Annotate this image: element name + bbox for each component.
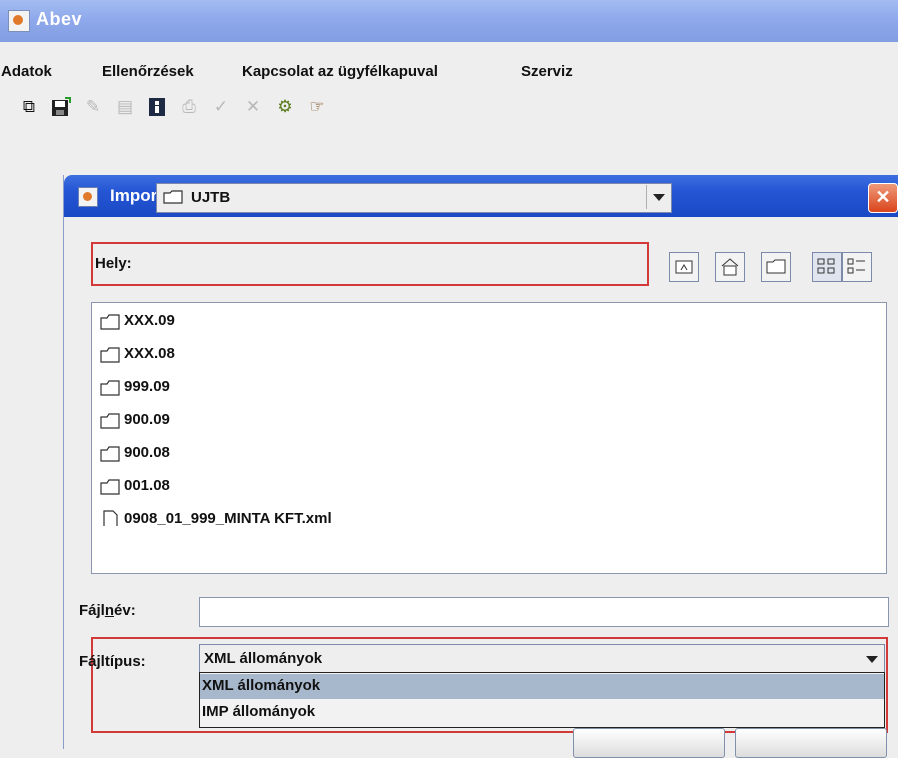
java-app-icon <box>78 187 98 207</box>
up-folder-button[interactable] <box>669 252 699 282</box>
menu-kapcsolat[interactable]: Kapcsolat az ügyfélkapuval <box>242 63 438 80</box>
location-dropdown-arrow[interactable] <box>646 185 671 209</box>
folder-icon <box>163 190 183 204</box>
folder-icon <box>100 446 120 462</box>
file-name: 999.09 <box>124 378 170 395</box>
menu-szerviz[interactable]: Szerviz <box>521 63 573 80</box>
folder-icon <box>100 314 120 330</box>
close-icon: ✕ <box>875 187 891 207</box>
file-list[interactable]: XXX.09 XXX.08 999.09 900.09 900.08 001.0… <box>91 302 887 574</box>
menu-bar: Adatok Ellenőrzések Kapcsolat az ügyfélk… <box>0 57 898 87</box>
file-name: XXX.09 <box>124 312 175 329</box>
file-name: 001.08 <box>124 477 170 494</box>
document-icon[interactable]: ▤ <box>114 96 136 118</box>
filetype-label: Fájltípus: <box>79 653 146 670</box>
location-combo[interactable]: UJTB <box>156 183 672 213</box>
check-icon[interactable]: ✓ <box>210 96 232 118</box>
folder-icon <box>100 347 120 363</box>
file-icon <box>103 510 118 526</box>
pointing-hand-icon[interactable]: ☞ <box>306 96 328 118</box>
file-name: 900.08 <box>124 444 170 461</box>
filetype-dropdown-list: XML állományok IMP állományok <box>199 672 885 728</box>
copy-icon[interactable]: ⧉ <box>18 96 40 118</box>
filetype-option-xml[interactable]: XML állományok <box>200 674 884 699</box>
location-highlight <box>91 242 649 286</box>
list-view-icon <box>817 258 835 274</box>
location-label: Hely: <box>95 255 132 272</box>
save-icon[interactable] <box>50 96 72 118</box>
filename-input[interactable] <box>199 597 889 627</box>
home-button[interactable] <box>715 252 745 282</box>
window-titlebar: Abev <box>0 0 898 42</box>
file-name: XXX.08 <box>124 345 175 362</box>
import-dialog: Import állomány kiválasztása ✕ Hely: UJT… <box>63 175 898 758</box>
gears-icon[interactable]: ⚙ <box>274 96 296 118</box>
new-folder-icon <box>766 259 786 274</box>
chevron-down-icon <box>653 194 665 201</box>
list-view-button[interactable] <box>812 252 842 282</box>
details-view-icon <box>847 258 865 274</box>
details-view-button[interactable] <box>842 252 872 282</box>
menu-ellenorzesek[interactable]: Ellenőrzések <box>102 63 194 80</box>
file-name: 900.09 <box>124 411 170 428</box>
open-button[interactable] <box>573 728 725 758</box>
folder-icon <box>100 413 120 429</box>
up-folder-icon <box>675 260 693 274</box>
chevron-down-icon <box>866 656 878 663</box>
folder-icon <box>100 380 120 396</box>
filetype-combo[interactable]: XML állományok <box>199 644 885 674</box>
cancel-button[interactable] <box>735 728 887 758</box>
file-name: 0908_01_999_MINTA KFT.xml <box>124 510 332 527</box>
window-title: Abev <box>36 9 83 29</box>
toolbar: ⧉ ✎ ▤ ⎙ ✓ ✕ ⚙ ☞ <box>0 92 460 126</box>
print-icon[interactable]: ⎙ <box>178 96 200 118</box>
java-app-icon <box>8 10 30 32</box>
edit-icon[interactable]: ✎ <box>82 96 104 118</box>
info-book-icon[interactable] <box>146 96 168 118</box>
location-value: UJTB <box>191 189 231 206</box>
new-folder-button[interactable] <box>761 252 791 282</box>
close-button[interactable]: ✕ <box>868 183 898 213</box>
filename-label: Fájlnév: <box>79 602 136 619</box>
filetype-value: XML állományok <box>204 650 323 667</box>
filetype-dropdown-arrow[interactable] <box>860 646 884 672</box>
home-icon <box>721 258 739 276</box>
delete-icon[interactable]: ✕ <box>242 96 264 118</box>
menu-adatok[interactable]: Adatok <box>1 63 52 80</box>
folder-icon <box>100 479 120 495</box>
filetype-option-imp[interactable]: IMP állományok <box>200 700 884 725</box>
